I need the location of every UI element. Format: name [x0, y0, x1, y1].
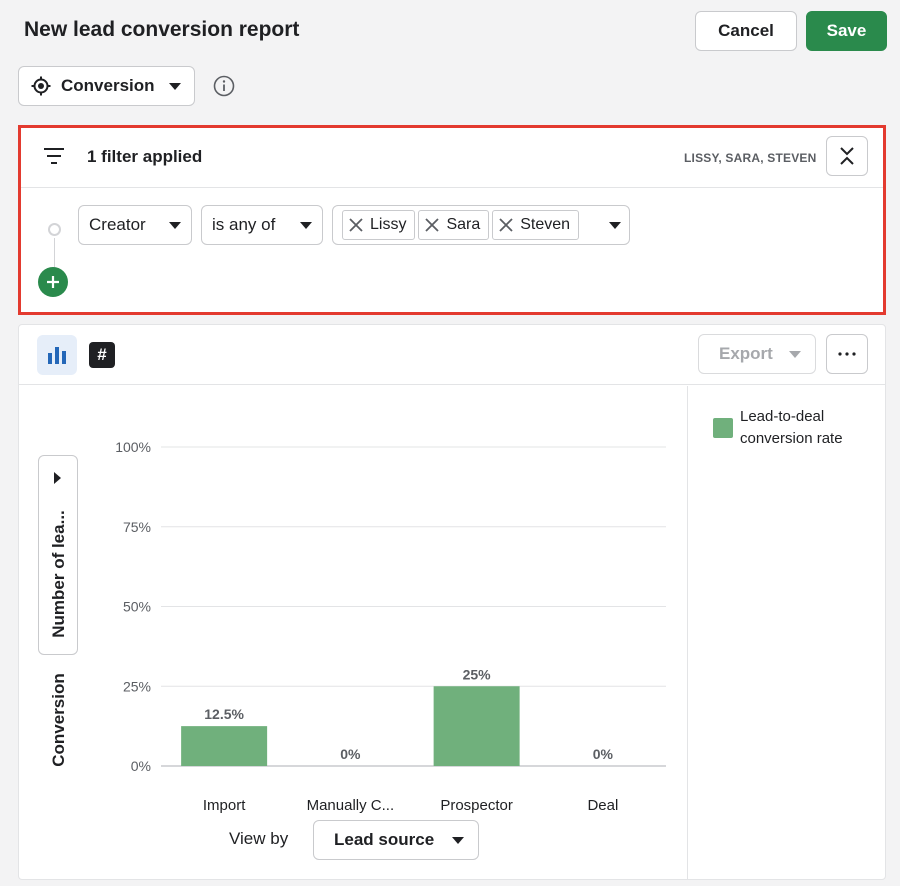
chevron-down-icon[interactable] — [609, 221, 621, 229]
data-label: 12.5% — [204, 706, 244, 722]
collapse-icon — [840, 147, 854, 165]
x-tick-label: Import — [203, 797, 246, 814]
filter-header: 1 filter applied LISSY, SARA, STEVEN — [21, 128, 883, 188]
filter-values-select[interactable]: Lissy Sara Steven — [332, 205, 630, 245]
y-axis-title: Conversion — [49, 673, 68, 767]
export-label: Export — [719, 344, 773, 363]
chart-toolbar: # Export — [19, 325, 885, 385]
view-by-label: View by — [229, 829, 289, 848]
chevron-down-icon — [789, 350, 801, 358]
remove-icon[interactable] — [349, 218, 363, 232]
data-label: 0% — [340, 746, 361, 762]
y-tick-label: 0% — [131, 758, 151, 774]
y-tick-label: 100% — [115, 439, 151, 455]
bar-chart: 0% 25% 50% 75% 100% 12.5% Import 0% Manually C..… — [115, 439, 666, 814]
x-tick-label: Manually C... — [307, 797, 395, 814]
chevron-down-icon — [168, 82, 181, 90]
chip-label: Steven — [520, 216, 571, 233]
info-icon[interactable] — [213, 75, 235, 97]
legend-label: Lead-to-deal conversion rate — [740, 408, 843, 447]
view-by-value: Lead source — [334, 830, 435, 849]
bar-chart-view-button[interactable] — [37, 335, 77, 375]
report-type-label: Conversion — [61, 76, 155, 95]
bar — [433, 686, 520, 766]
view-by-select[interactable]: Lead source — [313, 820, 479, 860]
remove-icon[interactable] — [425, 218, 440, 232]
chevron-right-icon — [54, 472, 61, 484]
data-label: 0% — [593, 746, 614, 762]
bar-chart-icon — [48, 347, 66, 364]
export-button[interactable]: Export — [698, 334, 816, 374]
filter-panel: 1 filter applied LISSY, SARA, STEVEN Cre… — [18, 125, 886, 315]
remove-icon[interactable] — [499, 218, 513, 232]
filter-summary: LISSY, SARA, STEVEN — [684, 151, 817, 165]
chevron-down-icon — [169, 221, 181, 229]
cancel-button[interactable]: Cancel — [695, 11, 797, 51]
y-tick-label: 25% — [123, 678, 151, 694]
x-tick-label: Deal — [587, 797, 618, 814]
y-tick-label: 75% — [123, 519, 151, 535]
filter-icon[interactable] — [43, 147, 65, 165]
report-type-dropdown[interactable]: Conversion — [18, 66, 195, 106]
y-axis-metric-label: Number of lea... — [49, 510, 68, 638]
y-axis-metric-selector[interactable]: Number of lea... — [38, 455, 78, 655]
hash-icon: # — [97, 345, 107, 364]
chip-label: Sara — [446, 216, 481, 233]
add-filter-button[interactable] — [38, 267, 68, 297]
value-chip-steven[interactable]: Steven — [492, 210, 580, 240]
filter-operator-value: is any of — [212, 215, 276, 234]
y-tick-label: 50% — [123, 599, 151, 615]
data-label: 25% — [463, 666, 492, 682]
chip-label: Lissy — [370, 216, 407, 233]
page-title: New lead conversion report — [24, 18, 300, 41]
legend-swatch — [713, 418, 733, 438]
x-tick-label: Prospector — [440, 797, 513, 814]
number-view-button[interactable]: # — [89, 342, 115, 368]
bar — [181, 726, 268, 766]
more-options-button[interactable] — [826, 334, 868, 374]
value-chip-lissy[interactable]: Lissy — [342, 210, 416, 240]
filter-field-value: Creator — [89, 215, 146, 234]
plus-icon — [47, 276, 59, 288]
value-chip-sara[interactable]: Sara — [418, 210, 490, 240]
filter-field-select[interactable]: Creator — [78, 205, 192, 245]
target-icon — [31, 76, 51, 96]
collapse-filter-button[interactable] — [826, 136, 868, 176]
filter-node-dot — [48, 223, 61, 236]
more-icon — [838, 352, 856, 356]
filter-operator-select[interactable]: is any of — [201, 205, 323, 245]
filter-count: 1 filter applied — [87, 147, 203, 166]
chevron-down-icon — [300, 221, 312, 229]
save-button[interactable]: Save — [806, 11, 887, 51]
chart-card: # Export Lead-to-deal conversion rate Nu… — [18, 324, 886, 880]
legend-divider — [687, 386, 688, 880]
chevron-down-icon — [452, 836, 464, 844]
filter-connector-line — [54, 238, 55, 268]
